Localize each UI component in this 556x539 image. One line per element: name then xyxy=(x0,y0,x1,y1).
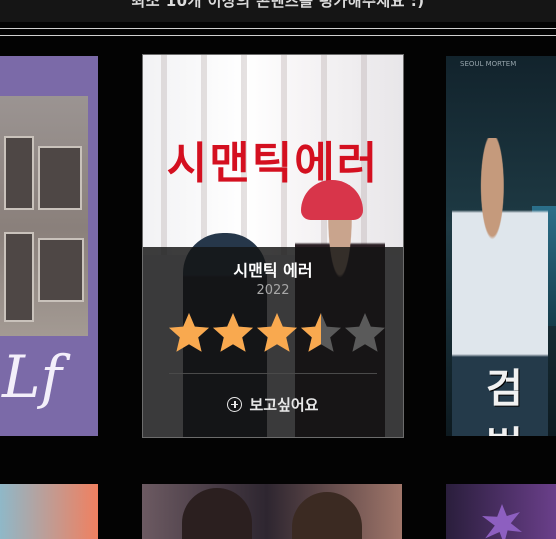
content-title: 시맨틱 에러 xyxy=(233,261,313,280)
content-year: 2022 xyxy=(256,283,290,298)
star-icon[interactable] xyxy=(167,311,211,355)
poster-image xyxy=(0,96,88,336)
content-card-featured[interactable]: 시맨틱에러 시맨틱 에러 2022 보고싶어요 xyxy=(142,54,404,438)
wishlist-label: 보고싶어요 xyxy=(249,395,319,414)
rating-overlay: 시맨틱 에러 2022 보고싶어요 xyxy=(143,247,403,437)
poster-sign: SEOUL MORTEM xyxy=(460,60,517,68)
plus-circle-icon xyxy=(227,396,243,412)
content-card-row2-left[interactable] xyxy=(0,484,98,539)
poster-figure xyxy=(292,492,362,539)
content-card-right[interactable]: SEOUL MORTEM 검법 xyxy=(446,56,556,436)
divider-line xyxy=(0,35,556,36)
divider-line xyxy=(0,28,556,29)
star-icon[interactable] xyxy=(211,311,255,355)
poster-logo: 시맨틱에러 xyxy=(166,138,380,189)
content-card-row2-center[interactable] xyxy=(142,484,402,539)
poster-graphic xyxy=(482,504,522,539)
rating-page: 최소 10개 이상의 콘텐츠를 평가해주세요 :) Lf 시맨틱에러 시맨틱 에… xyxy=(0,0,556,539)
overlay-divider xyxy=(169,373,377,374)
wishlist-button[interactable]: 보고싶어요 xyxy=(143,392,403,416)
banner-text: 최소 10개 이상의 콘텐츠를 평가해주세요 :) xyxy=(131,0,425,10)
content-card-left[interactable]: Lf xyxy=(0,56,98,436)
star-icon[interactable] xyxy=(255,311,299,355)
poster-title-script: Lf xyxy=(2,343,62,411)
content-card-row2-right[interactable] xyxy=(446,484,556,539)
poster-title: 검법 xyxy=(486,366,523,436)
star-icon[interactable] xyxy=(299,311,343,355)
poster-figure xyxy=(182,488,252,539)
star-icon[interactable] xyxy=(343,311,387,355)
top-banner: 최소 10개 이상의 콘텐츠를 평가해주세요 :) xyxy=(0,0,556,22)
